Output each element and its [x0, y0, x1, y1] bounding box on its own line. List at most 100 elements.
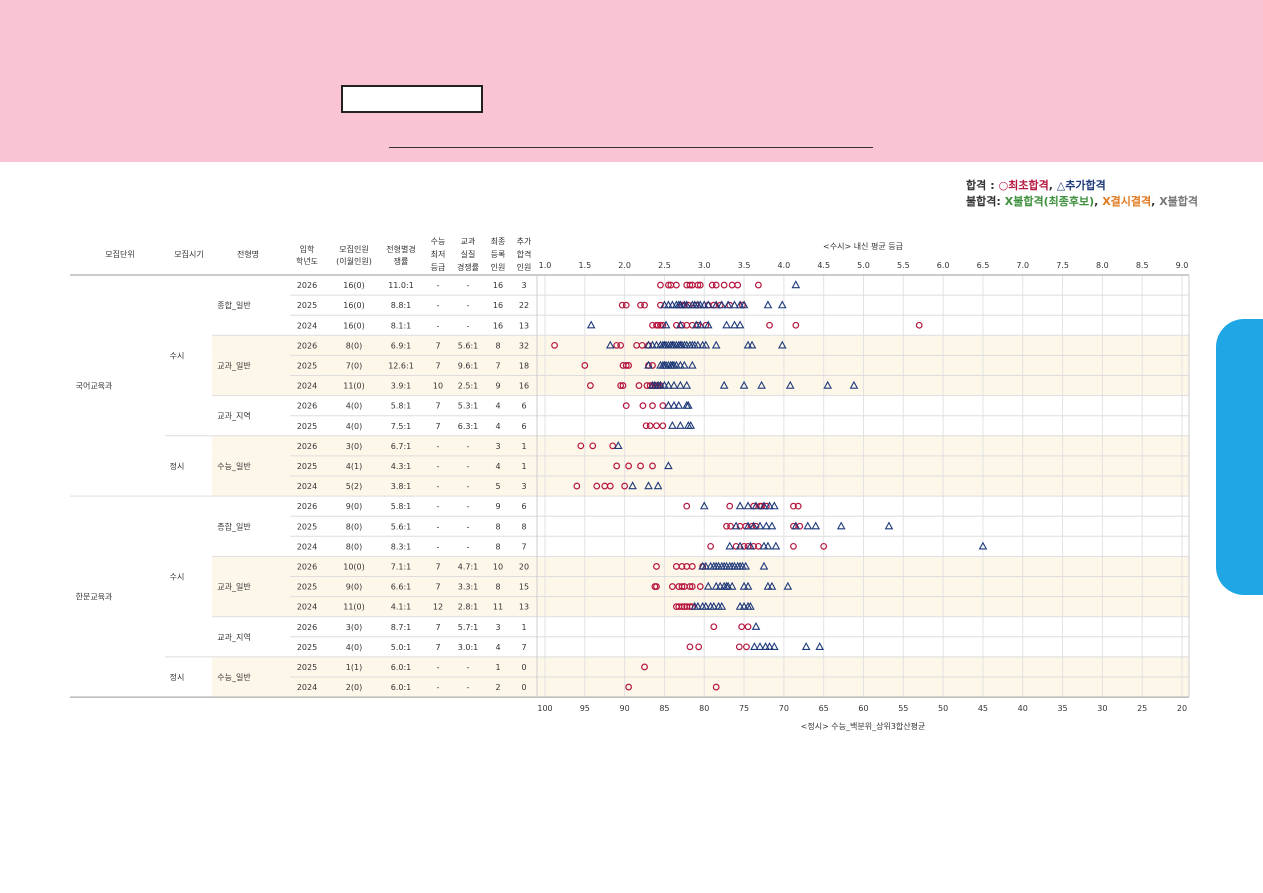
header-type: 전형명: [237, 249, 259, 259]
real-cell: -: [467, 462, 470, 471]
year-cell: 2026: [297, 442, 317, 451]
year-cell: 2026: [297, 562, 317, 571]
real-cell: 2.5:1: [458, 382, 479, 391]
added-cell: 3: [521, 281, 526, 290]
final-cell: 4: [495, 643, 500, 652]
bottom-tick-label: 55: [898, 704, 908, 713]
added-cell: 1: [521, 442, 526, 451]
first-pass-marker: [641, 301, 648, 309]
real-cell: -: [467, 502, 470, 511]
extra-pass-marker: [803, 521, 813, 530]
bottom-tick-label: 80: [699, 704, 709, 713]
quota-cell: 4(0): [346, 402, 362, 411]
quota-cell: 4(1): [346, 462, 362, 471]
final-cell: 3: [495, 442, 500, 451]
extra-pass-marker: [735, 320, 745, 329]
quota-cell: 3(0): [346, 623, 362, 632]
bottom-tick-label: 30: [1097, 704, 1107, 713]
real-cell: 9.6:1: [458, 361, 479, 370]
extra-pass-marker: [811, 521, 821, 530]
quota-cell: 9(0): [346, 583, 362, 592]
quota-cell: 4(0): [346, 422, 362, 431]
top-tick-label: 8.5: [1136, 261, 1149, 270]
extra-pass-marker: [735, 501, 745, 510]
year-cell: 2025: [297, 301, 317, 310]
quota-cell: 8(0): [346, 341, 362, 350]
bottom-tick-label: 100: [537, 704, 552, 713]
admission-chart: 모집단위 모집시기 전형명 입학 학년도 모집인원 (이월인원) 전형별경 쟁률…: [70, 236, 1190, 731]
unit-cell: 국어교육과: [76, 381, 113, 391]
real-cell: -: [467, 442, 470, 451]
top-tick-label: 3.0: [698, 261, 711, 270]
extra-pass-marker: [769, 501, 779, 510]
year-cell: 2026: [297, 341, 317, 350]
extra-pass-marker: [836, 521, 846, 530]
final-cell: 2: [495, 683, 500, 692]
added-cell: 13: [519, 603, 529, 612]
year-cell: 2025: [297, 462, 317, 471]
extra-pass-marker: [674, 400, 684, 409]
header-min-3: 등급: [431, 263, 446, 272]
top-tick-label: 5.5: [897, 261, 910, 270]
final-cell: 4: [495, 422, 500, 431]
comp-cell: 5.8:1: [391, 502, 412, 511]
extra-pass-marker: [676, 421, 685, 429]
comp-cell: 8.8:1: [391, 301, 412, 310]
header-real-1: 교과: [461, 237, 476, 246]
quota-cell: 4(0): [346, 643, 362, 652]
final-cell: 16: [493, 301, 503, 310]
first-pass-marker: [686, 643, 694, 651]
quota-cell: 9(0): [346, 502, 362, 511]
top-tick-label: 2.5: [658, 261, 671, 270]
extra-pass-marker: [791, 280, 801, 289]
final-cell: 8: [495, 583, 500, 592]
extra-pass-marker: [763, 300, 773, 309]
year-cell: 2026: [297, 281, 317, 290]
year-cell: 2025: [297, 361, 317, 370]
top-tick-label: 7.0: [1016, 261, 1029, 270]
final-cell: 4: [495, 402, 500, 411]
added-cell: 16: [519, 382, 529, 391]
first-pass-marker: [657, 281, 664, 289]
added-cell: 3: [521, 482, 526, 491]
added-cell: 7: [521, 542, 526, 551]
header-real-3: 경쟁률: [457, 262, 479, 272]
first-pass-marker: [754, 281, 762, 289]
first-pass-marker: [639, 402, 647, 410]
type-cell: 종합_일반: [217, 522, 251, 531]
year-cell: 2025: [297, 522, 317, 531]
real-cell: 3.0:1: [458, 643, 479, 652]
quota-cell: 1(1): [346, 663, 362, 672]
header-min-1: 수능: [431, 237, 446, 246]
min-cell: 7: [435, 341, 440, 350]
final-cell: 8: [495, 522, 500, 531]
quota-cell: 16(0): [343, 321, 365, 330]
year-cell: 2025: [297, 643, 317, 652]
bottom-tick-label: 65: [819, 704, 829, 713]
header-final-1: 최종: [491, 236, 506, 246]
final-cell: 9: [495, 382, 500, 391]
min-cell: -: [437, 502, 440, 511]
year-cell: 2024: [297, 382, 317, 391]
final-cell: 16: [493, 321, 503, 330]
comp-cell: 6.6:1: [391, 583, 412, 592]
added-cell: 6: [521, 422, 526, 431]
first-pass-marker: [734, 281, 742, 289]
comp-cell: 8.1:1: [391, 321, 412, 330]
quota-cell: 3(0): [346, 442, 362, 451]
top-tick-label: 6.0: [937, 261, 950, 270]
extra-pass-marker: [751, 622, 761, 630]
real-cell: 5.7:1: [458, 623, 479, 632]
comp-cell: 11.0:1: [388, 281, 414, 290]
added-cell: 8: [521, 522, 526, 531]
top-tick-label: 7.5: [1056, 261, 1069, 270]
comp-cell: 7.5:1: [391, 422, 412, 431]
type-cell: 교과_지역: [217, 411, 250, 421]
bottom-tick-label: 90: [620, 704, 630, 713]
bottom-tick-label: 25: [1137, 704, 1147, 713]
top-tick-label: 4.5: [817, 261, 830, 270]
extra-pass-marker: [586, 320, 596, 329]
period-cell: 수시: [170, 573, 185, 582]
final-cell: 1: [495, 663, 500, 672]
bottom-tick-label: 45: [978, 704, 988, 713]
